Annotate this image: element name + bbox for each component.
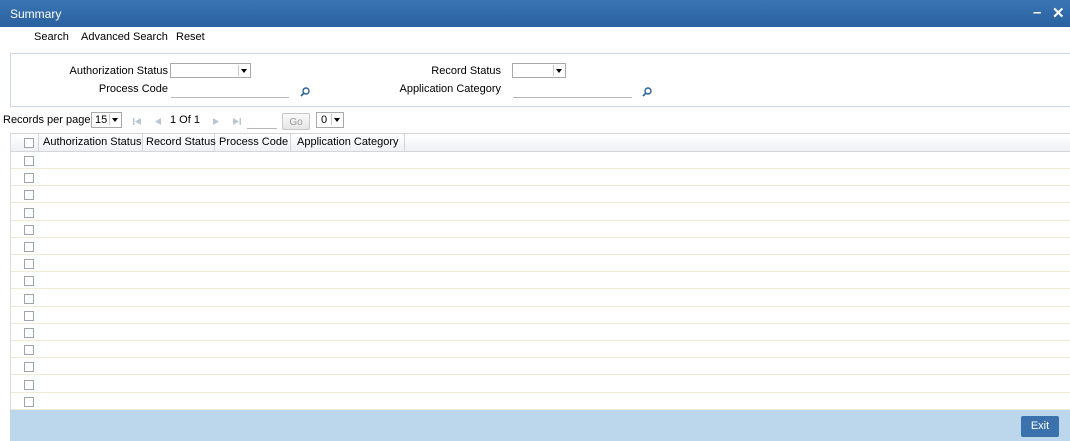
column-header-record-status[interactable]: Record Status <box>143 134 216 151</box>
search-icon[interactable] <box>300 87 310 97</box>
first-page-icon[interactable] <box>133 117 142 126</box>
table-row[interactable] <box>11 255 1070 273</box>
records-per-page-value: 15 <box>95 114 108 126</box>
authorization-status-label: Authorization Status <box>69 65 168 77</box>
table-row[interactable] <box>11 152 1070 169</box>
pagination-bar: Records per page 15 1 Of 1 Go 0 <box>0 109 1070 133</box>
select-all-cell <box>11 134 39 151</box>
table-row[interactable] <box>11 376 1070 393</box>
previous-page-icon[interactable] <box>154 117 163 126</box>
row-checkbox[interactable] <box>24 362 34 373</box>
jump-value: 0 <box>321 114 328 126</box>
row-checkbox[interactable] <box>24 173 34 184</box>
search-icon[interactable] <box>642 87 652 97</box>
row-checkbox[interactable] <box>24 276 34 287</box>
table-row[interactable] <box>11 290 1070 307</box>
page-number-input[interactable] <box>247 114 277 129</box>
table-row[interactable] <box>11 393 1070 410</box>
chevron-down-icon[interactable] <box>331 114 342 125</box>
search-button[interactable]: Search <box>34 31 69 43</box>
minimize-icon[interactable]: – <box>1033 4 1041 21</box>
row-checkbox[interactable] <box>24 156 34 166</box>
column-header-authorization-status[interactable]: Authorization Status <box>39 134 143 151</box>
row-checkbox[interactable] <box>24 242 34 252</box>
chevron-down-icon[interactable] <box>553 65 564 76</box>
last-page-icon[interactable] <box>232 117 241 126</box>
records-per-page-label: Records per page <box>3 114 91 126</box>
row-checkbox[interactable] <box>24 328 34 338</box>
go-button[interactable]: Go <box>282 113 310 130</box>
results-grid: Authorization Status Record Status Proce… <box>10 133 1070 410</box>
table-row[interactable] <box>11 324 1070 341</box>
exit-button[interactable]: Exit <box>1021 416 1059 437</box>
window-title-bar: Summary – ✕ <box>0 0 1070 27</box>
row-checkbox[interactable] <box>24 207 34 218</box>
window-title: Summary <box>10 7 62 21</box>
search-panel: Authorization Status Record Status Proce… <box>10 53 1070 107</box>
record-status-label: Record Status <box>431 65 501 77</box>
record-status-select[interactable] <box>512 63 566 78</box>
table-row[interactable] <box>11 186 1070 204</box>
application-category-label: Application Category <box>399 83 501 95</box>
advanced-search-button[interactable]: Advanced Search <box>81 31 168 43</box>
process-code-label: Process Code <box>98 83 168 95</box>
column-header-application-category[interactable]: Application Category <box>291 134 405 151</box>
chevron-down-icon[interactable] <box>109 114 120 125</box>
jump-select[interactable]: 0 <box>316 112 344 128</box>
row-checkbox[interactable] <box>24 293 34 304</box>
row-checkbox[interactable] <box>24 224 34 235</box>
page-info: 1 Of 1 <box>170 114 200 126</box>
row-checkbox[interactable] <box>24 345 34 356</box>
select-all-checkbox[interactable] <box>24 138 34 148</box>
toolbar: Search Advanced Search Reset <box>0 27 1070 49</box>
reset-button[interactable]: Reset <box>176 31 205 43</box>
row-checkbox[interactable] <box>24 259 34 270</box>
table-row[interactable] <box>11 307 1070 324</box>
next-page-icon[interactable] <box>211 117 220 126</box>
row-checkbox[interactable] <box>24 396 34 407</box>
table-row[interactable] <box>11 204 1070 221</box>
row-checkbox[interactable] <box>24 379 34 390</box>
process-code-input[interactable] <box>171 83 289 98</box>
authorization-status-select[interactable] <box>170 63 251 78</box>
table-row[interactable] <box>11 169 1070 187</box>
column-header-process-code[interactable]: Process Code <box>215 134 291 151</box>
table-row[interactable] <box>11 358 1070 376</box>
footer-bar: Exit <box>10 410 1070 441</box>
table-row[interactable] <box>11 341 1070 359</box>
close-icon[interactable]: ✕ <box>1052 4 1065 22</box>
table-row[interactable] <box>11 238 1070 255</box>
row-checkbox[interactable] <box>24 190 34 201</box>
records-per-page-select[interactable]: 15 <box>91 112 122 128</box>
row-checkbox[interactable] <box>24 310 34 321</box>
table-row[interactable] <box>11 272 1070 290</box>
table-row[interactable] <box>11 221 1070 238</box>
chevron-down-icon[interactable] <box>238 65 249 76</box>
grid-header: Authorization Status Record Status Proce… <box>11 133 1070 152</box>
application-category-input[interactable] <box>513 83 632 98</box>
